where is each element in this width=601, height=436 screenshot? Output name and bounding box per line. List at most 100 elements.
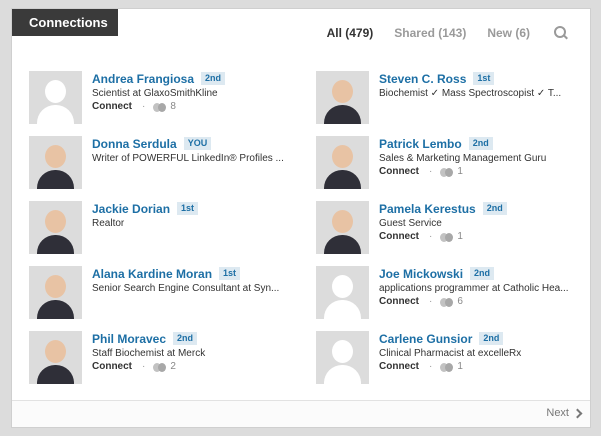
- degree-badge: 2nd: [173, 332, 198, 345]
- avatar[interactable]: [316, 201, 369, 254]
- connection-name[interactable]: Joe Mickowski: [379, 267, 463, 281]
- avatar[interactable]: [316, 71, 369, 124]
- avatar-head: [332, 145, 353, 168]
- connection-headline: Biochemist ✓ Mass Spectroscopist ✓ T...: [379, 88, 562, 99]
- degree-badge: 1st: [473, 72, 495, 85]
- shared-count[interactable]: 2: [170, 360, 176, 374]
- avatar-head: [332, 80, 353, 103]
- connection-name[interactable]: Donna Serdula: [92, 137, 177, 151]
- connection-headline: Guest Service: [379, 218, 442, 229]
- avatar[interactable]: [316, 136, 369, 189]
- shared-count[interactable]: 8: [170, 100, 176, 114]
- name-line: Pamela Kerestus 2nd: [379, 201, 587, 216]
- shared-count[interactable]: 1: [457, 230, 463, 244]
- next-button[interactable]: Next: [546, 407, 583, 419]
- connection-headline: Clinical Pharmacist at excelleRx: [379, 348, 522, 359]
- connection-info: Jackie Dorian 1st Realtor: [92, 201, 300, 230]
- avatar-head: [332, 210, 353, 233]
- shared-connections-icon: [440, 297, 454, 307]
- avatar[interactable]: [316, 266, 369, 319]
- avatar[interactable]: [29, 331, 82, 384]
- separator-dot: ·: [142, 361, 146, 372]
- connect-button[interactable]: Connect: [379, 165, 419, 179]
- connection-name[interactable]: Steven C. Ross: [379, 72, 466, 86]
- avatar[interactable]: [29, 71, 82, 124]
- name-line: Alana Kardine Moran 1st: [92, 266, 300, 281]
- connection-item: Alana Kardine Moran 1st Senior Search Engi…: [29, 266, 299, 322]
- shared-connections-icon: [153, 102, 167, 112]
- connection-name[interactable]: Carlene Gunsior: [379, 332, 472, 346]
- connect-button[interactable]: Connect: [92, 100, 132, 114]
- connection-name[interactable]: Pamela Kerestus: [379, 202, 476, 216]
- connection-item: Phil Moravec 2nd Staff Biochemist at Merck…: [29, 331, 299, 387]
- connect-button[interactable]: Connect: [379, 295, 419, 309]
- avatar-head: [332, 340, 353, 363]
- connection-info: Carlene Gunsior 2nd Clinical Pharmacist at…: [379, 331, 587, 374]
- filter-bar: All (479) Shared (143) New (6): [306, 26, 568, 40]
- shared-connections-icon: [440, 167, 454, 177]
- shared-connections-icon: [440, 232, 454, 242]
- connection-headline: Staff Biochemist at Merck: [92, 348, 206, 359]
- shared-count[interactable]: 1: [457, 360, 463, 374]
- separator-dot: ·: [429, 166, 433, 177]
- connection-name[interactable]: Andrea Frangiosa: [92, 72, 194, 86]
- connection-info: Joe Mickowski 2nd applications programmer …: [379, 266, 587, 309]
- avatar-body: [37, 170, 74, 189]
- name-line: Phil Moravec 2nd: [92, 331, 300, 346]
- shared-count[interactable]: 1: [457, 165, 463, 179]
- degree-badge: YOU: [183, 137, 212, 150]
- connection-info: Patrick Lembo 2nd Sales & Marketing Manage…: [379, 136, 587, 179]
- name-line: Andrea Frangiosa 2nd: [92, 71, 300, 86]
- shared-connections-icon: [153, 362, 167, 372]
- name-line: Donna Serdula YOU: [92, 136, 300, 151]
- connection-name[interactable]: Patrick Lembo: [379, 137, 462, 151]
- connection-info: Donna Serdula YOU Writer of POWERFUL Linke…: [92, 136, 300, 165]
- connect-button[interactable]: Connect: [379, 230, 419, 244]
- connection-name[interactable]: Jackie Dorian: [92, 202, 170, 216]
- avatar-head: [45, 210, 66, 233]
- connections-card: Connections All (479) Shared (143) New (…: [11, 8, 591, 428]
- pagination-footer: Next: [12, 400, 590, 427]
- separator-dot: ·: [429, 296, 433, 307]
- action-line: Connect · 1: [379, 165, 587, 179]
- search-icon[interactable]: [554, 26, 568, 40]
- connection-headline: Scientist at GlaxoSmithKline: [92, 88, 218, 99]
- connection-headline: Writer of POWERFUL LinkedIn® Profiles ..…: [92, 153, 284, 164]
- shared-connections-icon: [440, 362, 454, 372]
- filter-new[interactable]: New (6): [487, 26, 530, 40]
- avatar[interactable]: [29, 201, 82, 254]
- avatar-body: [324, 235, 361, 254]
- connection-item: Carlene Gunsior 2nd Clinical Pharmacist at…: [316, 331, 586, 387]
- avatar-body: [324, 170, 361, 189]
- action-line: Connect · 1: [379, 230, 587, 244]
- connection-info: Pamela Kerestus 2nd Guest Service Connect · 1: [379, 201, 587, 244]
- connection-item: Steven C. Ross 1st Biochemist ✓ Mass Spect…: [316, 71, 586, 127]
- connection-headline: Sales & Marketing Management Guru: [379, 153, 547, 164]
- name-line: Joe Mickowski 2nd: [379, 266, 587, 281]
- connection-headline: Senior Search Engine Consultant at Syn..…: [92, 283, 280, 294]
- action-line: Connect · 6: [379, 295, 587, 309]
- separator-dot: ·: [142, 101, 146, 112]
- connect-button[interactable]: Connect: [92, 360, 132, 374]
- degree-badge: 1st: [219, 267, 241, 280]
- name-line: Steven C. Ross 1st: [379, 71, 587, 86]
- filter-shared[interactable]: Shared (143): [394, 26, 466, 40]
- avatar[interactable]: [316, 331, 369, 384]
- connection-item: Donna Serdula YOU Writer of POWERFUL Linke…: [29, 136, 299, 192]
- avatar-head: [45, 145, 66, 168]
- shared-count[interactable]: 6: [457, 295, 463, 309]
- filter-all[interactable]: All (479): [327, 26, 374, 40]
- avatar[interactable]: [29, 266, 82, 319]
- connection-name[interactable]: Phil Moravec: [92, 332, 166, 346]
- connection-item: Andrea Frangiosa 2nd Scientist at GlaxoSmi…: [29, 71, 299, 127]
- connection-item: Joe Mickowski 2nd applications programmer …: [316, 266, 586, 322]
- avatar-body: [37, 105, 74, 124]
- connection-item: Patrick Lembo 2nd Sales & Marketing Manage…: [316, 136, 586, 192]
- chevron-right-icon: [572, 408, 583, 418]
- connection-info: Andrea Frangiosa 2nd Scientist at GlaxoSmi…: [92, 71, 300, 114]
- avatar[interactable]: [29, 136, 82, 189]
- connection-item: Pamela Kerestus 2nd Guest Service Connect · 1: [316, 201, 586, 257]
- connect-button[interactable]: Connect: [379, 360, 419, 374]
- action-line: Connect · 2: [92, 360, 300, 374]
- connection-name[interactable]: Alana Kardine Moran: [92, 267, 212, 281]
